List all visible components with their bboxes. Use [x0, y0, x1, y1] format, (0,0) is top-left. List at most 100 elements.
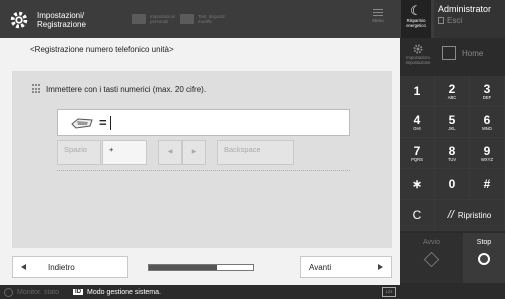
- keypad-key[interactable]: 1: [400, 76, 435, 107]
- right-panel: Impostazioni Impostazione Home 1 2 ABC 3 DEF…: [400, 38, 505, 299]
- keypad-key[interactable]: ∗: [400, 169, 435, 200]
- settings-label: Impostazioni/ Registrazione: [37, 11, 86, 29]
- backspace-key[interactable]: Backspace: [217, 140, 294, 165]
- next-label: Avanti: [309, 262, 332, 272]
- next-arrow-icon: [378, 264, 383, 270]
- divider: [57, 170, 350, 171]
- keypad-icon: [32, 84, 42, 94]
- status-monitor-button[interactable]: Monitor. stato: [4, 287, 60, 297]
- back-arrow-icon: [21, 264, 26, 270]
- personal-settings-icon: [132, 14, 146, 24]
- keypad-key[interactable]: 6 MNO: [470, 107, 505, 138]
- home-button[interactable]: Home: [442, 46, 483, 60]
- main-content: <Registrazione numero telefonico unità> …: [0, 38, 400, 285]
- plus-key[interactable]: +: [102, 140, 147, 165]
- keypad-key[interactable]: 7 PQRS: [400, 138, 435, 169]
- phone-number-input[interactable]: =: [57, 109, 350, 136]
- bottom-nav: Indietro Avanti: [12, 254, 392, 280]
- keypad-key-digit: #: [483, 177, 491, 191]
- energy-saver-button[interactable]: ☾ Risparmio energetico: [401, 0, 431, 38]
- numeric-keypad: 1 2 ABC 3 DEF 4 GHI 5 JKL 6 MNO 7 PQRS 8 TUV 9 WXYZ ∗ 0 # C…: [400, 76, 505, 231]
- home-label: Home: [462, 48, 484, 58]
- keypad-key-digit: ∗: [411, 177, 423, 191]
- status-bar: Monitor. stato ID Modo gestione sistema.…: [0, 285, 400, 299]
- settings-label-line1: Impostazioni/: [37, 11, 85, 20]
- clear-key[interactable]: C: [400, 200, 435, 231]
- keypad-key[interactable]: 9 WXYZ: [470, 138, 505, 169]
- stop-label: Stop: [476, 239, 492, 246]
- status-monitor-label: Monitor. stato: [17, 288, 60, 296]
- shortcut1-label-line2: personali: [150, 19, 169, 24]
- stop-icon: [478, 253, 490, 265]
- instruction: Immettere con i tasti numerici (max. 20 …: [32, 84, 206, 94]
- settings-label-line2: Registrazione: [37, 20, 86, 29]
- keypad-key-digit: 1: [413, 84, 421, 98]
- stop-button[interactable]: Stop: [463, 233, 505, 283]
- start-label: Avvio: [423, 239, 440, 246]
- keypad-key-digit: 4: [413, 112, 421, 127]
- menu-icon: [373, 9, 383, 16]
- reset-icon: //: [447, 209, 454, 221]
- settings-gear-icon: [413, 44, 423, 54]
- breadcrumb: <Registrazione numero telefonico unità>: [30, 45, 174, 54]
- keypad-key-letters: WXYZ: [480, 156, 494, 162]
- right-arrow-icon: ▶: [191, 149, 197, 155]
- keypad-key-digit: 2: [448, 81, 456, 96]
- keypad-key-letters: DEF: [482, 94, 492, 100]
- keyboard-icon[interactable]: 123: [382, 287, 396, 297]
- keypad-key-letters: PQRS: [411, 156, 423, 162]
- keypad-key[interactable]: 0: [435, 169, 470, 200]
- keypad-key[interactable]: 5 JKL: [435, 107, 470, 138]
- next-button[interactable]: Avanti: [300, 256, 392, 278]
- cursor-right-key[interactable]: ▶: [182, 140, 206, 165]
- keypad-key-letters: ABC: [447, 94, 457, 100]
- logout-icon: [438, 17, 444, 24]
- shortcut-personal-settings[interactable]: Impostazioni personali: [132, 9, 175, 29]
- admin-name: Administrator: [438, 4, 492, 14]
- keypad-key-digit: 3: [483, 81, 491, 96]
- cursor-left-key[interactable]: ◀: [158, 140, 182, 165]
- quick-settings-button[interactable]: Impostazioni Impostazione: [403, 41, 433, 71]
- keypad-key[interactable]: 3 DEF: [470, 76, 505, 107]
- keypad-key[interactable]: 4 GHI: [400, 107, 435, 138]
- right-top-area: Impostazioni Impostazione Home: [400, 38, 505, 74]
- menu-label: Menu: [372, 18, 384, 23]
- shortcut-edit-layout[interactable]: Tast. disposiz. modific: [180, 9, 226, 29]
- plus-key-label: +: [109, 145, 114, 154]
- start-stop-area: Avvio Stop: [400, 233, 505, 283]
- phone-icon: [71, 117, 93, 129]
- space-key-label: Spazio: [64, 145, 87, 154]
- keypad-key-digit: 8: [448, 143, 456, 158]
- logout-label: Esci: [447, 16, 463, 25]
- keypad-key[interactable]: #: [470, 169, 505, 200]
- gear-icon: [10, 11, 28, 29]
- quick-settings-line2: Impostazione: [405, 60, 431, 65]
- keypad-key-letters: MNO: [482, 125, 492, 131]
- shortcut2-label-line2: modific: [198, 19, 213, 24]
- instruction-text: Immettere con i tasti numerici (max. 20 …: [46, 84, 207, 94]
- back-label: Indietro: [48, 262, 75, 272]
- status-monitor-icon: [4, 287, 13, 297]
- status-message: Modo gestione sistema.: [87, 288, 161, 296]
- left-arrow-icon: ◀: [167, 149, 173, 155]
- input-prefix: =: [99, 115, 107, 130]
- keypad-key-letters: GHI: [413, 125, 421, 131]
- keypad-key[interactable]: 2 ABC: [435, 76, 470, 107]
- back-button[interactable]: Indietro: [12, 256, 128, 278]
- clear-key-label: C: [412, 208, 422, 222]
- keypad-key[interactable]: 8 TUV: [435, 138, 470, 169]
- reset-key-label: Ripristino: [457, 210, 492, 220]
- home-icon: [442, 46, 456, 60]
- top-bar: Impostazioni/ Registrazione Impostazioni…: [0, 0, 505, 38]
- space-key[interactable]: Spazio: [57, 140, 101, 165]
- reset-key[interactable]: // Ripristino: [435, 200, 505, 231]
- keypad-key-digit: 9: [483, 143, 491, 158]
- start-button[interactable]: Avvio: [400, 233, 463, 283]
- keypad-key-digit: 0: [448, 177, 456, 191]
- keypad-key-letters: TUV: [447, 156, 457, 162]
- keypad-key-digit: 6: [483, 112, 491, 127]
- logout-button[interactable]: Esci: [438, 16, 501, 25]
- menu-button[interactable]: Menu: [364, 6, 392, 34]
- start-icon: [423, 251, 440, 268]
- settings-registration-button[interactable]: Impostazioni/ Registrazione: [8, 6, 98, 34]
